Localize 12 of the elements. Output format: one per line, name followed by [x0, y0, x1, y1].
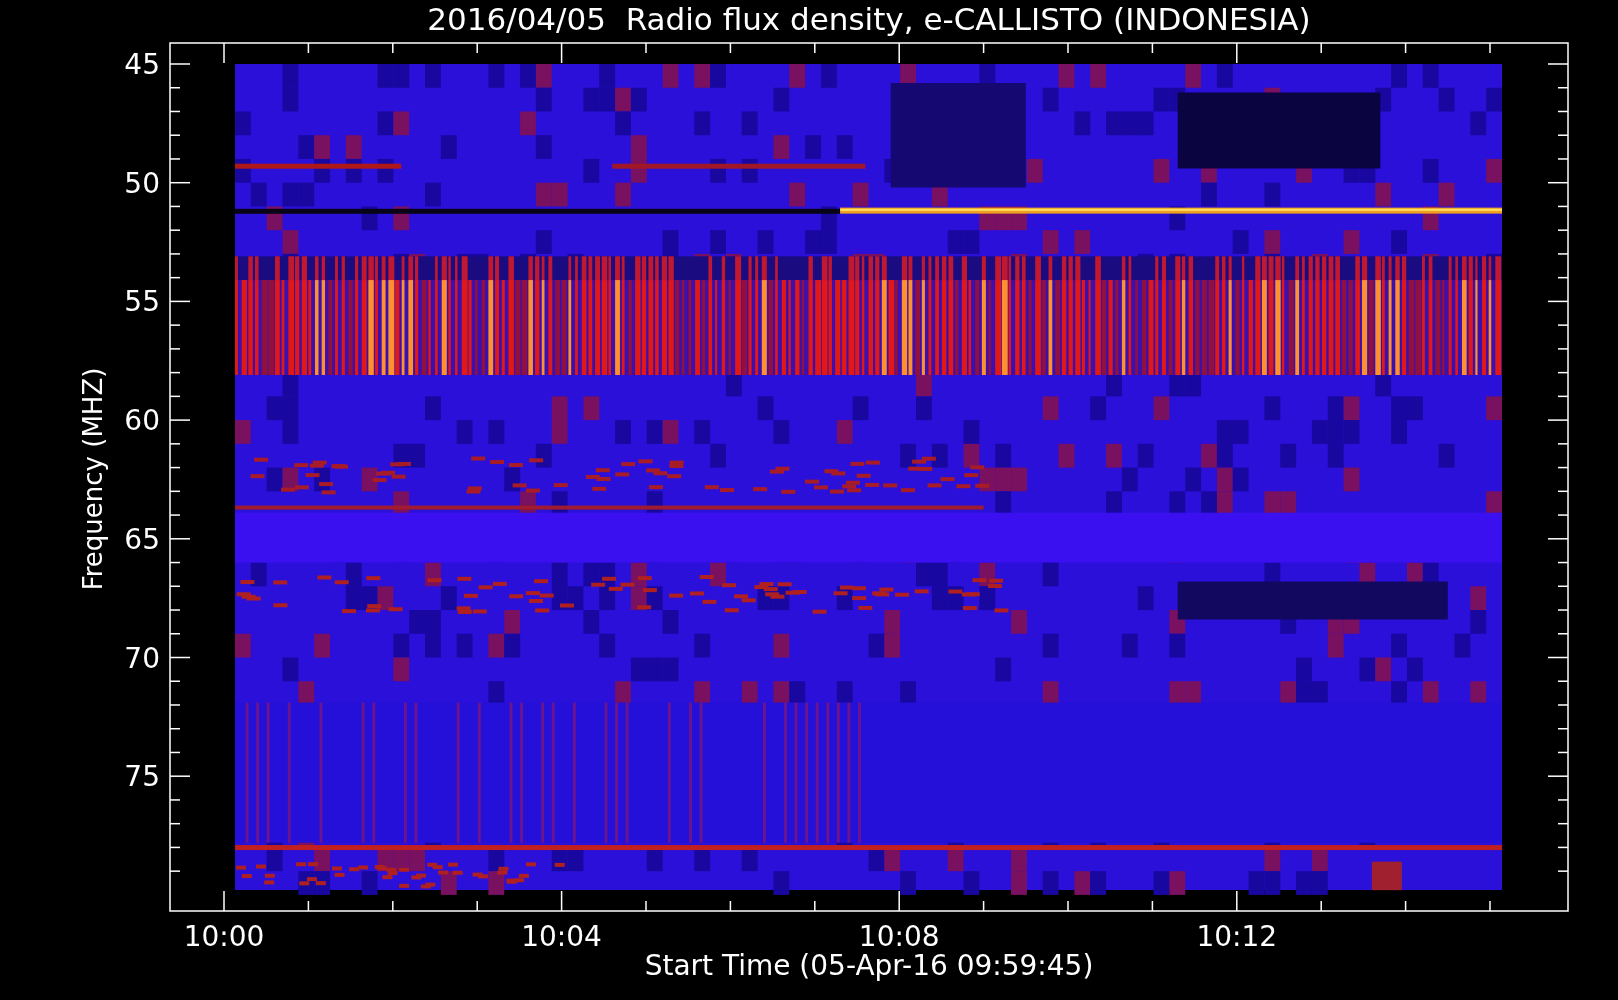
y-tick-label: 45	[124, 48, 160, 81]
y-tick-label: 70	[124, 641, 160, 675]
x-tick-label: 10:04	[521, 920, 602, 953]
y-tick-label: 65	[124, 522, 160, 556]
x-tick-label: 10:12	[1196, 920, 1278, 953]
y-axis-label: Frequency (MHZ)	[78, 367, 108, 591]
chart-title: 2016/04/05 Radio flux density, e-CALLISTO (INDONESIA)	[427, 1, 1311, 37]
y-tick-label: 55	[124, 285, 160, 319]
y-tick-label: 75	[124, 760, 160, 794]
x-tick-label: 10:00	[183, 920, 265, 953]
y-tick-label: 60	[124, 404, 160, 438]
y-tick-label: 50	[124, 166, 160, 200]
